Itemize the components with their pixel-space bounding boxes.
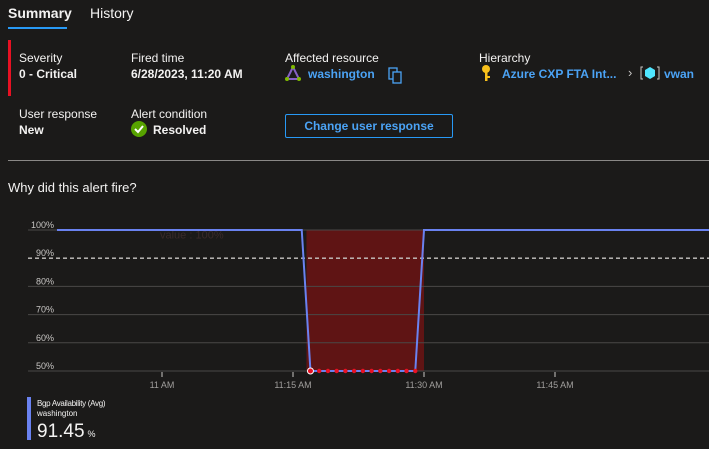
chevron-right-icon: › — [628, 65, 633, 80]
y-tick-label: 80% — [36, 276, 54, 286]
tab-summary[interactable]: Summary — [8, 5, 72, 21]
hierarchy-label: Hierarchy — [479, 51, 531, 65]
user-response-label: User response — [19, 107, 98, 121]
tab-history[interactable]: History — [90, 5, 134, 21]
series-marker — [306, 367, 314, 375]
severity-label: Severity — [19, 51, 63, 65]
section-title: Why did this alert fire? — [8, 180, 137, 195]
fired-time-label: Fired time — [131, 51, 185, 65]
legend-metric: Bgp Availability (Avg) — [37, 399, 106, 408]
legend-resource: washington — [37, 409, 78, 418]
severity-indicator — [8, 40, 11, 96]
y-tick-label: 60% — [36, 333, 54, 343]
y-tick-label: 50% — [36, 361, 54, 371]
alert-point — [378, 368, 383, 374]
key-icon — [482, 65, 490, 81]
legend-value-unit: % — [87, 429, 96, 439]
legend-value-number: 91.45 — [37, 421, 85, 442]
alert-region — [306, 230, 424, 371]
alert-point — [360, 368, 366, 374]
affected-resource-link[interactable]: washington — [308, 67, 375, 81]
alert-point — [351, 368, 357, 374]
alert-point — [369, 368, 374, 374]
divider — [8, 160, 709, 161]
change-user-response-button[interactable]: Change user response — [285, 114, 453, 138]
alert-point — [413, 368, 418, 374]
x-tick-label: 11:45 AM — [536, 380, 573, 390]
x-tick-label: 11 AM — [150, 380, 175, 390]
y-tick-label: 70% — [36, 305, 54, 315]
legend-value: 91.45% — [37, 421, 96, 443]
alert-point — [395, 368, 400, 374]
network-triangle-icon — [285, 64, 301, 81]
alert-point — [325, 368, 331, 374]
user-response-value: New — [19, 123, 44, 137]
alert-point — [404, 368, 409, 374]
alert-point — [386, 368, 392, 374]
severity-value: 0 - Critical — [19, 67, 78, 81]
legend-color-swatch — [27, 397, 31, 440]
fired-time-value: 6/28/2023, 11:20 AM — [131, 67, 243, 81]
hierarchy-item-vwan[interactable]: vwan — [664, 67, 694, 81]
hierarchy-item-subscription[interactable]: Azure CXP FTA Int... — [502, 67, 616, 81]
alert-point — [317, 368, 322, 374]
vwan-icon — [640, 66, 660, 80]
alert-point — [334, 368, 339, 374]
alert-condition-value: Resolved — [153, 123, 207, 137]
active-tab-indicator — [8, 27, 67, 29]
tooltip-ghost: value : 100% — [160, 229, 224, 241]
alert-point — [343, 368, 348, 374]
affected-resource-label: Affected resource — [285, 51, 379, 65]
y-tick-label: 90% — [36, 248, 54, 258]
metric-chart[interactable]: 100% 90% 80% 70% 60% 50% value : 100% 11 AM 11:1… — [0, 210, 709, 390]
copy-icon[interactable] — [388, 67, 402, 84]
y-tick-label: 100% — [31, 220, 54, 230]
x-tick-label: 11:15 AM — [274, 380, 311, 390]
check-circle-icon — [131, 121, 147, 137]
alert-condition-label: Alert condition — [131, 107, 208, 121]
x-tick-label: 11:30 AM — [405, 380, 442, 390]
